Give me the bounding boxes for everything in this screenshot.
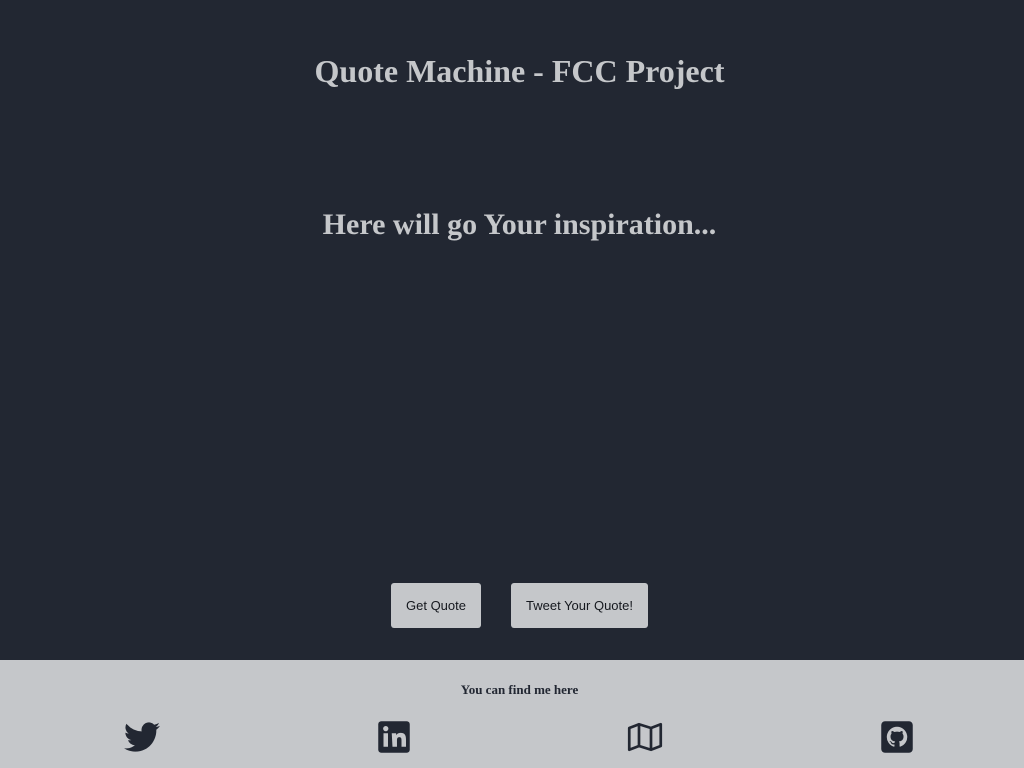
tweet-quote-button[interactable]: Tweet Your Quote!	[511, 583, 648, 628]
github-link[interactable]	[879, 719, 915, 755]
page-title: Quote Machine - FCC Project	[314, 53, 725, 89]
twitter-link[interactable]	[124, 719, 160, 755]
footer-heading: You can find me here	[460, 682, 579, 697]
quote-text: Here will go Your inspiration...	[322, 208, 717, 241]
main-section: Quote Machine - FCC Project Here will go…	[0, 0, 1024, 660]
linkedin-link[interactable]	[376, 719, 412, 755]
linkedin-icon	[378, 721, 410, 753]
twitter-icon	[124, 722, 160, 752]
portfolio-link[interactable]	[627, 719, 663, 755]
map-icon	[627, 722, 663, 752]
get-quote-button[interactable]: Get Quote	[391, 583, 481, 628]
github-icon	[881, 721, 913, 753]
footer: You can find me here	[0, 660, 1024, 768]
